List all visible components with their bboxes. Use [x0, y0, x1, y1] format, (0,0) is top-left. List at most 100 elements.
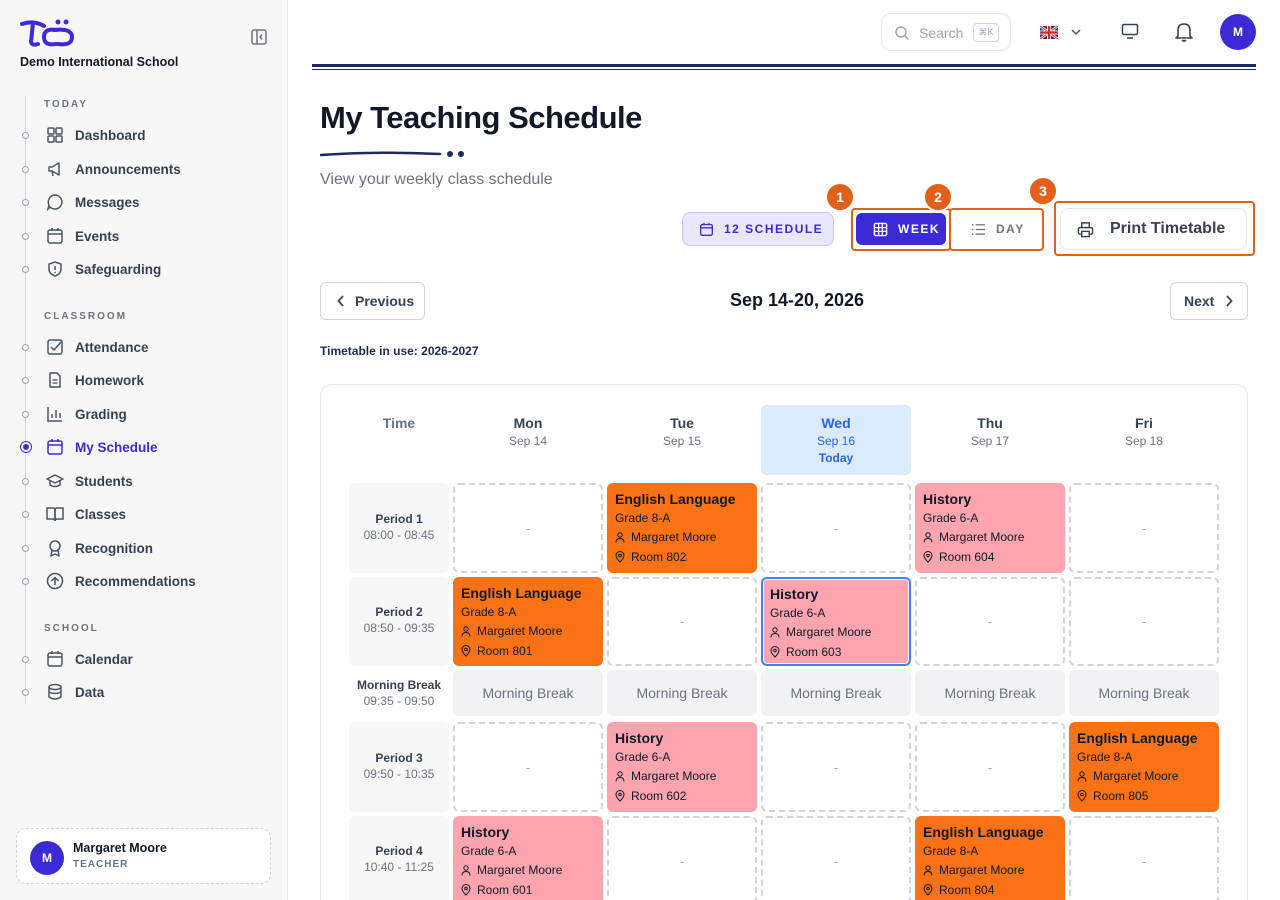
day-name: Tue	[670, 415, 694, 431]
lesson-card[interactable]: English Language Grade 8-A Margaret Moor…	[453, 577, 603, 666]
sidebar-item-data[interactable]: Data	[20, 679, 270, 705]
book-icon	[46, 507, 64, 522]
empty-slot[interactable]: -	[607, 816, 757, 900]
lesson-teacher: Margaret Moore	[631, 530, 717, 544]
lesson-grade: Grade 6-A	[615, 750, 671, 764]
sidebar-item-students[interactable]: Students	[20, 468, 270, 494]
user-card[interactable]: M Margaret Moore TEACHER	[16, 828, 271, 884]
lesson-card[interactable]: History Grade 6-A Margaret Moore Room 60…	[915, 483, 1065, 573]
empty-slot[interactable]: -	[1069, 483, 1219, 573]
monitor-icon[interactable]	[1121, 22, 1139, 40]
previous-week-button[interactable]: Previous	[320, 282, 425, 320]
empty-slot[interactable]: -	[761, 483, 911, 573]
break-slot: Morning Break	[915, 670, 1065, 716]
period-label: Morning Break 09:35 - 09:50	[349, 670, 449, 718]
sidebar-item-recommendations[interactable]: Recommendations	[20, 568, 270, 594]
page-subtitle: View your weekly class schedule	[320, 171, 553, 188]
day-view-button[interactable]: DAY	[957, 213, 1037, 245]
empty-slot[interactable]: -	[915, 722, 1065, 812]
day-header-tue: Tue Sep 15	[607, 405, 757, 475]
day-name: Fri	[1135, 415, 1153, 431]
period-label: Period 4 10:40 - 11:25	[349, 816, 449, 900]
school-name: Demo International School	[20, 55, 179, 69]
search-input[interactable]: Search ⌘K	[881, 13, 1011, 51]
lesson-room: Room 804	[939, 883, 995, 897]
sidebar-item-recognition[interactable]: Recognition	[20, 535, 270, 561]
sidebar-item-messages[interactable]: Messages	[20, 189, 270, 215]
bell-icon[interactable]	[1173, 20, 1195, 42]
day-date: Sep 17	[970, 434, 1010, 448]
school-logo	[20, 19, 75, 47]
empty-slot[interactable]: -	[761, 816, 911, 900]
period-time: 08:50 - 09:35	[363, 621, 435, 635]
empty-slot[interactable]: -	[453, 722, 603, 812]
lesson-room: Room 604	[939, 550, 995, 564]
checkbox-icon	[47, 339, 63, 355]
week-view-button[interactable]: WEEK	[856, 213, 946, 245]
empty-slot[interactable]: -	[1069, 816, 1219, 900]
today-label: Today	[818, 451, 854, 465]
empty-slot[interactable]: -	[1069, 577, 1219, 666]
lesson-subject: History	[615, 730, 664, 746]
lesson-card[interactable]: History Grade 6-A Margaret Moore Room 60…	[453, 816, 603, 900]
next-week-button[interactable]: Next	[1170, 282, 1248, 320]
collapse-sidebar-icon[interactable]	[250, 28, 268, 46]
lesson-card[interactable]: English Language Grade 8-A Margaret Moor…	[915, 816, 1065, 900]
location-pin-icon	[770, 646, 780, 658]
day-date: Sep 16	[816, 434, 856, 448]
lesson-grade: Grade 6-A	[461, 844, 517, 858]
sidebar-item-events[interactable]: Events	[20, 223, 270, 249]
sidebar-item-calendar[interactable]: Calendar	[20, 646, 270, 672]
schedule-count-label: 12 SCHEDULE	[724, 222, 824, 236]
time-column-header: Time	[382, 415, 416, 431]
empty-slot[interactable]: -	[453, 483, 603, 573]
lesson-subject: English Language	[461, 585, 582, 601]
lesson-subject: History	[461, 824, 510, 840]
section-title-classroom: CLASSROOM	[44, 311, 127, 322]
location-pin-icon	[923, 884, 933, 896]
language-selector[interactable]	[1040, 22, 1084, 42]
calendar-icon	[47, 228, 63, 244]
lesson-card[interactable]: English Language Grade 8-A Margaret Moor…	[1069, 722, 1219, 812]
period-name: Period 4	[375, 844, 423, 858]
person-icon	[615, 531, 625, 543]
sidebar-item-label: Students	[75, 473, 133, 489]
empty-slot[interactable]: -	[915, 577, 1065, 666]
person-icon	[923, 531, 933, 543]
lesson-grade: Grade 8-A	[615, 511, 671, 525]
person-icon	[461, 864, 471, 876]
sidebar-item-my-schedule[interactable]: My Schedule	[20, 434, 270, 460]
section-title-school: SCHOOL	[44, 623, 99, 634]
sidebar-item-homework[interactable]: Homework	[20, 367, 270, 393]
sidebar-item-classes[interactable]: Classes	[20, 501, 270, 527]
empty-slot[interactable]: -	[607, 577, 757, 666]
day-date: Sep 14	[508, 434, 548, 448]
callout-badge-1: 1	[825, 182, 855, 212]
sidebar-item-grading[interactable]: Grading	[20, 401, 270, 427]
sidebar-item-safeguarding[interactable]: Safeguarding	[20, 256, 270, 282]
sidebar-item-announcements[interactable]: Announcements	[20, 156, 270, 182]
sidebar-item-label: Recognition	[75, 540, 153, 556]
avatar[interactable]: M	[1220, 14, 1256, 50]
sidebar-item-dashboard[interactable]: Dashboard	[20, 122, 270, 148]
lesson-grade: Grade 8-A	[923, 844, 979, 858]
lesson-card-current[interactable]: History Grade 6-A Margaret Moore Room 60…	[761, 577, 911, 666]
list-icon	[971, 223, 986, 235]
lesson-teacher: Margaret Moore	[939, 863, 1025, 877]
period-time: 08:00 - 08:45	[363, 528, 435, 542]
lesson-teacher: Margaret Moore	[786, 625, 872, 639]
graduation-cap-icon	[46, 474, 64, 488]
empty-slot[interactable]: -	[761, 722, 911, 812]
period-time: 09:35 - 09:50	[363, 694, 435, 708]
day-header-thu: Thu Sep 17	[915, 405, 1065, 475]
location-pin-icon	[615, 551, 625, 563]
print-timetable-button[interactable]: Print Timetable	[1060, 208, 1247, 250]
timetable-in-use-note: Timetable in use: 2026-2027	[320, 344, 479, 358]
lesson-card[interactable]: History Grade 6-A Margaret Moore Room 60…	[607, 722, 757, 812]
sidebar-item-attendance[interactable]: Attendance	[20, 334, 270, 360]
avatar: M	[30, 841, 64, 875]
search-placeholder: Search	[919, 25, 964, 41]
person-icon	[923, 864, 933, 876]
lesson-card[interactable]: English Language Grade 8-A Margaret Moor…	[607, 483, 757, 573]
chevron-right-icon	[1226, 295, 1234, 307]
